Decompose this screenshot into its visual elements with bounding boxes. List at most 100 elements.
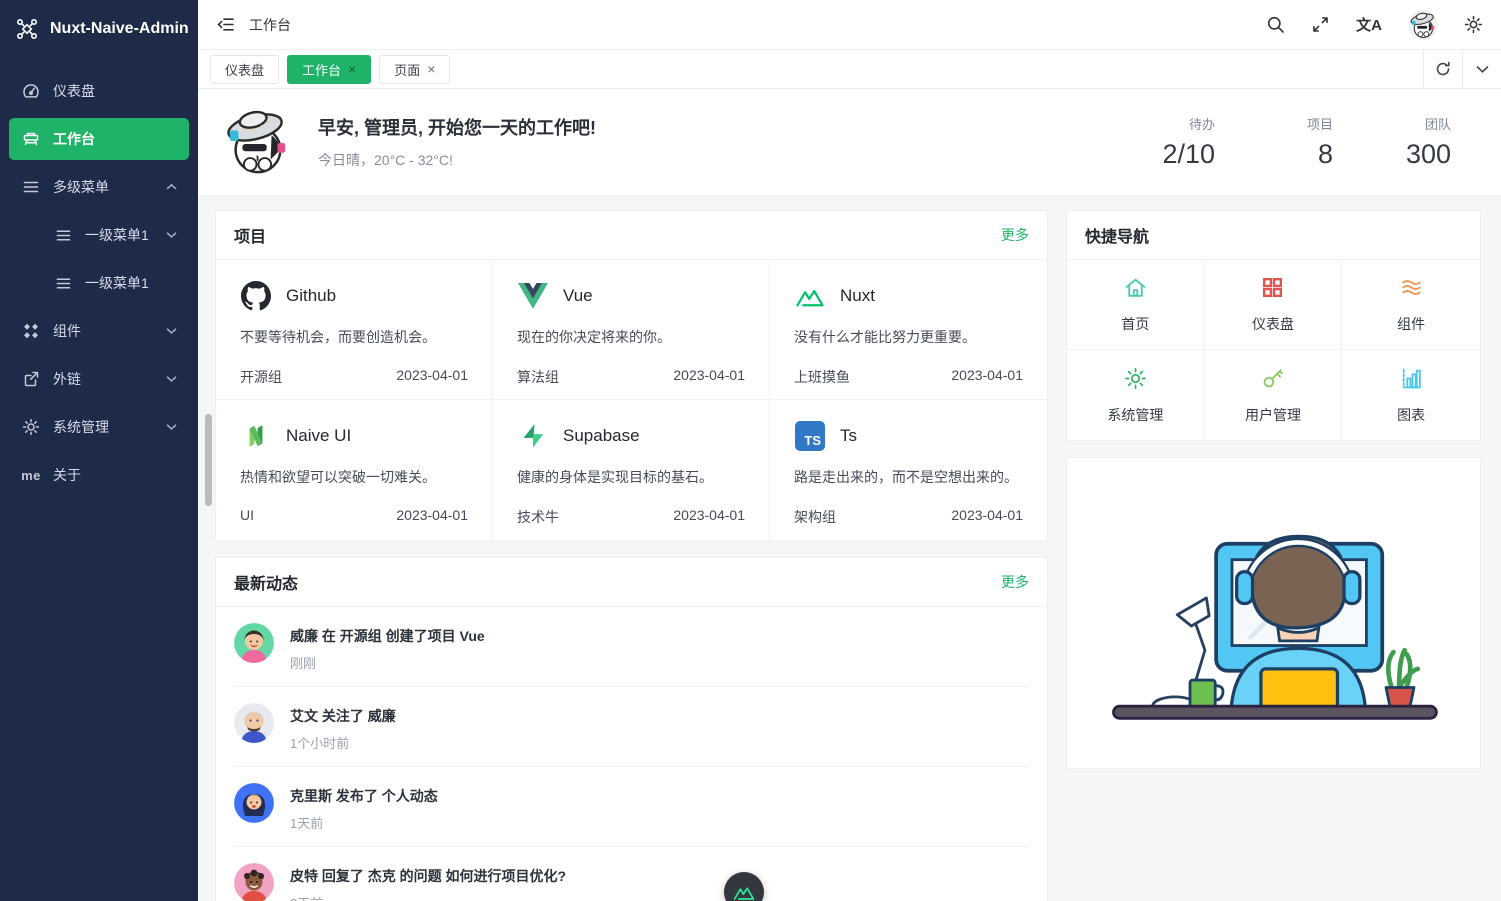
project-card-github[interactable]: Github 不要等待机会，而要创造机会。 开源组 2023-04-01	[216, 260, 493, 400]
translate-icon[interactable]: 文A	[1356, 14, 1382, 35]
sidebar-item-label: 关于	[53, 465, 81, 485]
workbench-icon	[21, 129, 41, 149]
user-avatar[interactable]	[1408, 10, 1438, 40]
settings-icon[interactable]	[1464, 15, 1483, 34]
activity-more-link[interactable]: 更多	[1001, 572, 1029, 592]
sidebar-item-multi-menu[interactable]: 多级菜单	[9, 166, 189, 208]
quick-nav-charts[interactable]: 图表	[1342, 350, 1480, 440]
app-logo: Nuxt-Naive-Admin	[0, 0, 198, 58]
dashboard-icon	[21, 81, 41, 101]
project-desc: 现在的你决定将来的你。	[517, 327, 745, 347]
quick-nav-label: 图表	[1397, 405, 1425, 425]
supabase-logo	[517, 420, 549, 452]
chevron-down-icon[interactable]	[1462, 50, 1501, 88]
sidebar-item-submenu-2[interactable]: 一级菜单1	[9, 262, 189, 304]
activity-item: 威廉 在 开源组 创建了项目 Vue 刚刚	[234, 607, 1029, 687]
projects-card: 项目 更多 Github 不要等待	[215, 210, 1048, 541]
tab-workbench[interactable]: 工作台 ×	[287, 55, 371, 84]
chevron-down-icon	[166, 375, 177, 383]
sidebar-item-external-links[interactable]: 外链	[9, 358, 189, 400]
quick-nav-system[interactable]: 系统管理	[1067, 350, 1205, 440]
stat-todo: 待办 2/10	[1151, 114, 1215, 170]
sidebar-menu: 仪表盘 工作台 多级菜单	[0, 58, 198, 508]
quick-nav-home[interactable]: 首页	[1067, 260, 1205, 350]
stat-team: 团队 300	[1387, 114, 1451, 170]
sidebar-item-label: 系统管理	[53, 417, 109, 437]
quick-nav-users[interactable]: 用户管理	[1205, 350, 1343, 440]
sidebar-item-components[interactable]: 组件	[9, 310, 189, 352]
project-group: 架构组	[794, 507, 836, 527]
sidebar-item-workbench[interactable]: 工作台	[9, 118, 189, 160]
activity-text: 克里斯 发布了 个人动态	[290, 786, 438, 806]
typescript-logo: TS	[794, 420, 826, 452]
close-icon[interactable]: ×	[348, 62, 356, 76]
fullscreen-icon[interactable]	[1311, 15, 1330, 34]
project-card-supabase[interactable]: Supabase 健康的身体是实现目标的基石。 技术牛 2023-04-01	[493, 400, 770, 540]
quick-nav-components[interactable]: 组件	[1342, 260, 1480, 350]
project-desc: 健康的身体是实现目标的基石。	[517, 467, 745, 487]
tab-page[interactable]: 页面 ×	[379, 55, 450, 84]
project-name: Supabase	[563, 426, 640, 446]
sidebar-item-dashboard[interactable]: 仪表盘	[9, 70, 189, 112]
project-date: 2023-04-01	[951, 507, 1023, 527]
vue-logo	[517, 280, 549, 312]
project-card-nuxt[interactable]: Nuxt 没有什么才能比努力更重要。 上班摸鱼 2023-04-01	[770, 260, 1047, 400]
topbar: 工作台 文A	[198, 0, 1501, 50]
chevron-down-icon	[166, 327, 177, 335]
app-root: Nuxt-Naive-Admin 仪表盘 工作台	[0, 0, 1501, 901]
multi-menu-icon	[21, 177, 41, 197]
breadcrumb[interactable]: 工作台	[249, 15, 291, 35]
illustration-card	[1066, 457, 1481, 769]
project-date: 2023-04-01	[951, 367, 1023, 387]
quick-nav-dashboard[interactable]: 仪表盘	[1205, 260, 1343, 350]
sidebar-item-system[interactable]: 系统管理	[9, 406, 189, 448]
page-content: 早安, 管理员, 开始您一天的工作吧! 今日晴，20°C - 32°C! 待办 …	[198, 89, 1501, 901]
project-group: 技术牛	[517, 507, 559, 527]
refresh-icon[interactable]	[1423, 50, 1462, 88]
projects-more-link[interactable]: 更多	[1001, 225, 1029, 245]
sidebar-item-submenu-1[interactable]: 一级菜单1	[9, 214, 189, 256]
close-icon[interactable]: ×	[427, 62, 435, 76]
nuxt-logo	[794, 280, 826, 312]
project-card-ts[interactable]: TS Ts 路是走出来的，而不是空想出来的。 架构组 2023-04-01	[770, 400, 1047, 540]
avatar	[234, 863, 274, 901]
project-name: Ts	[840, 426, 857, 446]
project-group: 开源组	[240, 367, 282, 387]
sidebar-item-about[interactable]: me 关于	[9, 454, 189, 496]
project-desc: 没有什么才能比努力更重要。	[794, 327, 1023, 347]
quick-nav-title: 快捷导航	[1085, 223, 1149, 247]
project-card-naive-ui[interactable]: Naive UI 热情和欲望可以突破一切难关。 UI 2023-04-01	[216, 400, 493, 540]
tab-dashboard[interactable]: 仪表盘	[210, 55, 279, 84]
app-title: Nuxt-Naive-Admin	[50, 20, 189, 38]
sidebar-item-label: 工作台	[53, 129, 95, 149]
collapse-menu-icon[interactable]	[216, 15, 235, 34]
project-date: 2023-04-01	[673, 367, 745, 387]
project-name: Vue	[563, 286, 593, 306]
chevron-down-icon	[166, 423, 177, 431]
project-card-vue[interactable]: Vue 现在的你决定将来的你。 算法组 2023-04-01	[493, 260, 770, 400]
menu-lines-icon	[53, 273, 73, 293]
stat-label: 团队	[1387, 114, 1451, 133]
project-group: 上班摸鱼	[794, 367, 850, 387]
welcome-banner: 早安, 管理员, 开始您一天的工作吧! 今日晴，20°C - 32°C! 待办 …	[198, 89, 1501, 195]
sidebar-item-label: 多级菜单	[53, 177, 109, 197]
activity-text: 艾文 关注了 威廉	[290, 706, 396, 726]
naive-ui-logo	[240, 420, 272, 452]
workstation-illustration	[1074, 471, 1474, 756]
gear-icon	[21, 417, 41, 437]
sidebar-item-label: 一级菜单1	[85, 225, 149, 245]
project-date: 2023-04-01	[396, 507, 468, 523]
search-icon[interactable]	[1266, 15, 1285, 34]
scrollbar-thumb[interactable]	[205, 414, 212, 506]
stat-label: 项目	[1269, 114, 1333, 133]
activity-text: 皮特 回复了 杰克 的问题 如何进行项目优化?	[290, 866, 566, 886]
external-link-icon	[21, 369, 41, 389]
tabbar: 仪表盘 工作台 × 页面 ×	[198, 50, 1501, 89]
tab-label: 工作台	[302, 60, 341, 79]
avatar	[234, 703, 274, 743]
layers-icon	[1399, 275, 1424, 305]
me-icon: me	[21, 465, 41, 485]
quick-nav-label: 仪表盘	[1252, 314, 1294, 334]
bar-chart-icon	[1399, 366, 1424, 396]
weather-text: 今日晴，20°C - 32°C!	[318, 150, 596, 170]
